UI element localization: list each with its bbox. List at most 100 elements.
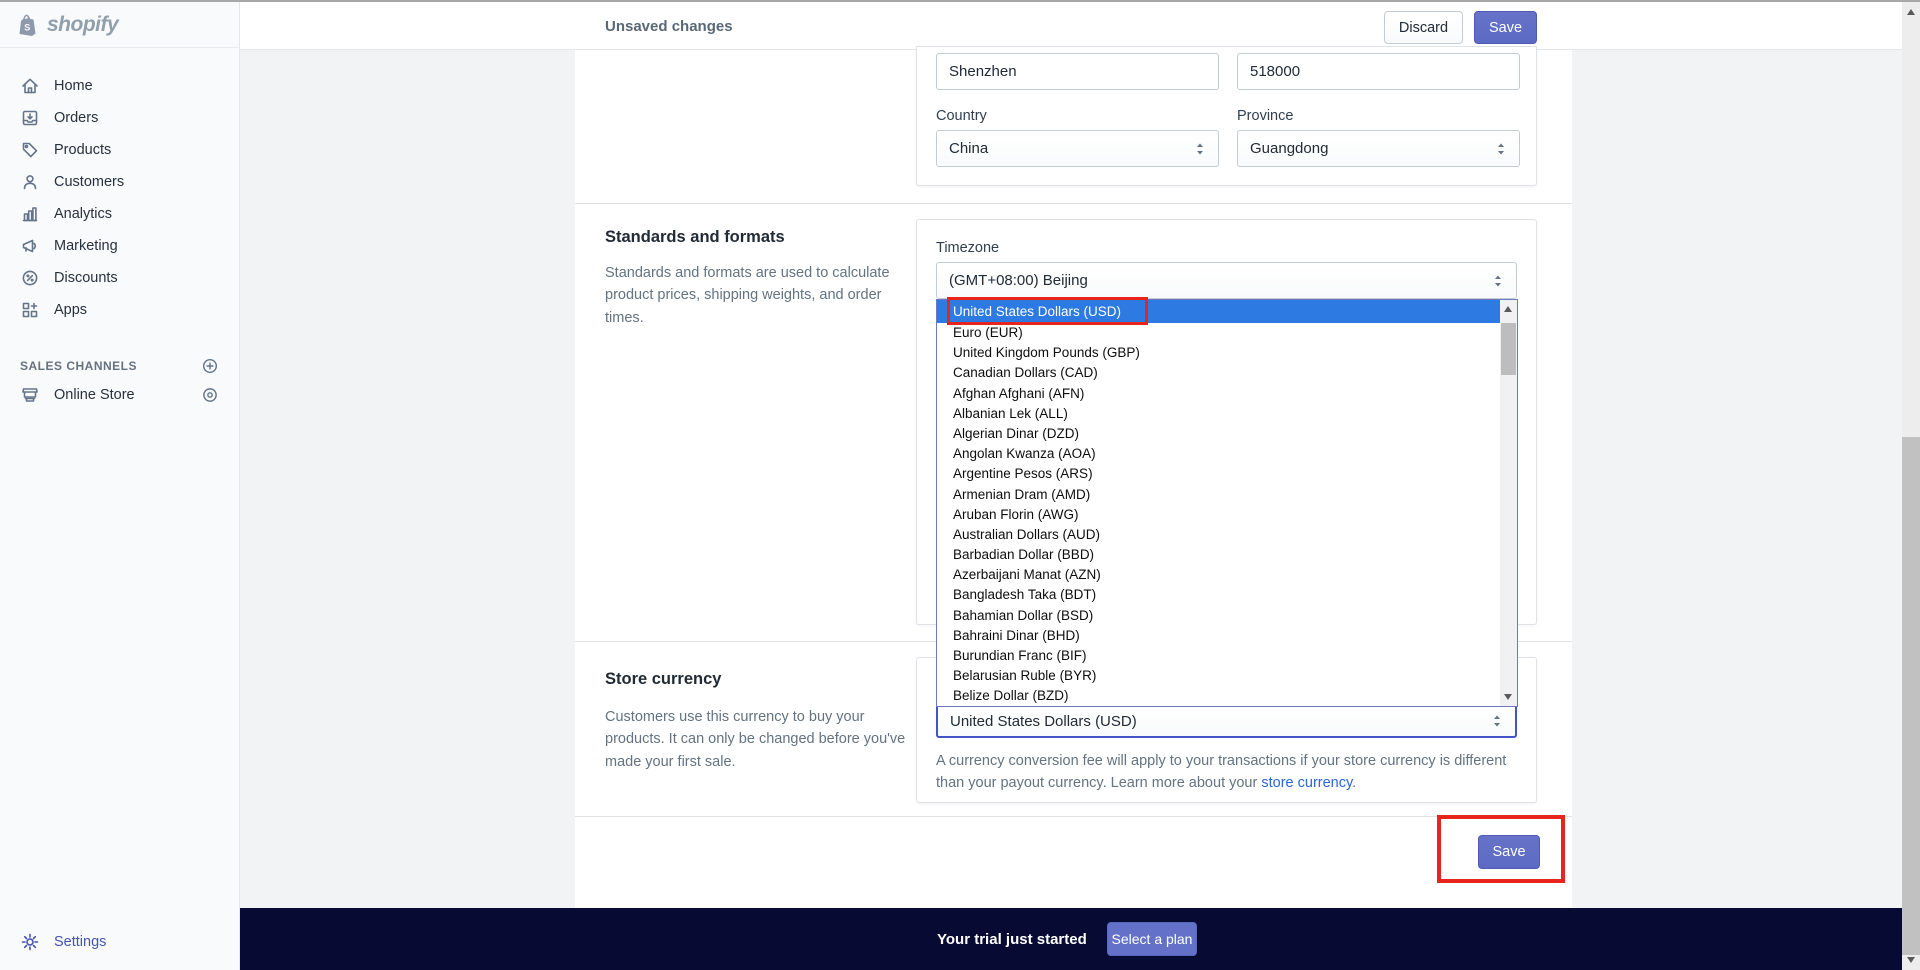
contextual-save-bar: Unsaved changes Discard Save bbox=[240, 2, 1902, 50]
sidebar-item-label: Products bbox=[54, 142, 112, 158]
store-currency-description: Customers use this currency to buy your … bbox=[605, 709, 906, 770]
sales-channels-header: SALES CHANNELS bbox=[0, 354, 239, 378]
currency-option[interactable]: Afghan Afghani (AFN) bbox=[937, 384, 1517, 404]
storefront-icon bbox=[22, 388, 38, 402]
currency-option[interactable]: Belarusian Ruble (BYR) bbox=[937, 666, 1517, 686]
sidebar-item-label: Home bbox=[54, 78, 93, 94]
currency-option[interactable]: United Kingdom Pounds (GBP) bbox=[937, 343, 1517, 363]
discount-badge-icon bbox=[22, 270, 38, 286]
currency-option[interactable]: Angolan Kwanza (AOA) bbox=[937, 444, 1517, 464]
scroll-up-arrow-icon[interactable] bbox=[1504, 306, 1512, 312]
dropdown-scrollbar[interactable] bbox=[1500, 300, 1517, 706]
city-input[interactable] bbox=[936, 53, 1219, 90]
currency-option[interactable]: Bahraini Dinar (BHD) bbox=[937, 626, 1517, 646]
sidebar-item-settings[interactable]: Settings bbox=[0, 926, 240, 958]
eye-icon[interactable] bbox=[201, 386, 219, 404]
sidebar-item-label: Settings bbox=[54, 934, 107, 950]
sidebar-item-marketing[interactable]: Marketing bbox=[0, 230, 239, 262]
page-scrollbar[interactable] bbox=[1902, 2, 1920, 970]
sidebar-item-online-store[interactable]: Online Store bbox=[0, 378, 239, 412]
province-label: Province bbox=[1237, 108, 1294, 124]
save-button-top[interactable]: Save bbox=[1474, 11, 1537, 44]
select-caret-icon bbox=[1494, 715, 1500, 727]
currency-option[interactable]: Bangladesh Taka (BDT) bbox=[937, 585, 1517, 605]
currency-option[interactable]: Burundian Franc (BIF) bbox=[937, 646, 1517, 666]
timezone-label: Timezone bbox=[936, 240, 1000, 256]
province-select[interactable]: Guangdong bbox=[1237, 130, 1520, 167]
trial-footer-bar: Your trial just started Select a plan bbox=[240, 908, 1902, 970]
gear-icon bbox=[21, 933, 39, 951]
currency-conversion-note: A currency conversion fee will apply to … bbox=[936, 750, 1536, 795]
sidebar-item-label: Apps bbox=[54, 302, 88, 318]
sidebar-item-label: Orders bbox=[54, 110, 99, 126]
shopify-logo-text: shopify bbox=[47, 12, 119, 36]
annotation-rect-save-button bbox=[1437, 815, 1565, 883]
store-currency-select[interactable]: United States Dollars (USD) bbox=[936, 704, 1517, 738]
note-period: . bbox=[1352, 775, 1357, 792]
sidebar-item-discounts[interactable]: Discounts bbox=[0, 262, 239, 294]
country-select[interactable]: China bbox=[936, 130, 1219, 167]
select-caret-icon bbox=[1197, 143, 1203, 154]
add-channel-icon[interactable] bbox=[201, 357, 219, 375]
unsaved-changes-message: Unsaved changes bbox=[605, 17, 733, 35]
currency-option[interactable]: Australian Dollars (AUD) bbox=[937, 525, 1517, 545]
country-label: Country bbox=[936, 108, 987, 124]
sidebar-item-label: Marketing bbox=[54, 238, 118, 254]
country-select-value: China bbox=[949, 140, 989, 157]
person-icon bbox=[23, 175, 37, 190]
currency-option[interactable]: Belize Dollar (BZD) bbox=[937, 686, 1517, 706]
sidebar-item-apps[interactable]: Apps bbox=[0, 294, 239, 326]
currency-option[interactable]: Canadian Dollars (CAD) bbox=[937, 363, 1517, 383]
orders-icon bbox=[22, 110, 38, 126]
sidebar-item-label: Discounts bbox=[54, 270, 118, 286]
currency-option[interactable]: Albanian Lek (ALL) bbox=[937, 404, 1517, 424]
timezone-select[interactable]: (GMT+08:00) Beijing bbox=[936, 262, 1517, 299]
currency-option[interactable]: Algerian Dinar (DZD) bbox=[937, 424, 1517, 444]
svg-text:S: S bbox=[24, 22, 30, 32]
scroll-down-arrow-icon[interactable] bbox=[1504, 694, 1512, 700]
currency-option[interactable]: Azerbaijani Manat (AZN) bbox=[937, 565, 1517, 585]
shopify-settings-page: S shopify Home Orders Products Customers bbox=[0, 0, 1920, 970]
currency-option[interactable]: Barbadian Dollar (BBD) bbox=[937, 545, 1517, 565]
megaphone-icon bbox=[22, 239, 36, 253]
annotation-rect-selected-option bbox=[947, 297, 1148, 325]
province-select-value: Guangdong bbox=[1250, 140, 1329, 157]
sidebar-item-orders[interactable]: Orders bbox=[0, 102, 239, 134]
currency-dropdown-popup: United States Dollars (USD) Euro (EUR) Uni… bbox=[936, 299, 1518, 707]
currency-option[interactable]: Aruban Florin (AWG) bbox=[937, 505, 1517, 525]
currency-option[interactable]: Armenian Dram (AMD) bbox=[937, 485, 1517, 505]
sidebar: S shopify Home Orders Products Customers bbox=[0, 2, 240, 970]
store-currency-heading: Store currency bbox=[605, 670, 722, 688]
scroll-down-arrow-icon[interactable] bbox=[1906, 957, 1915, 963]
store-currency-link[interactable]: store currency bbox=[1261, 775, 1352, 791]
postal-code-input[interactable] bbox=[1237, 53, 1520, 90]
discard-button[interactable]: Discard bbox=[1384, 11, 1463, 44]
select-caret-icon bbox=[1495, 275, 1501, 286]
dropdown-scrollbar-thumb[interactable] bbox=[1501, 323, 1516, 375]
page-scrollbar-thumb[interactable] bbox=[1902, 437, 1920, 955]
apps-grid-icon bbox=[22, 302, 38, 318]
note-text: A currency conversion fee will apply to … bbox=[936, 753, 1507, 792]
currency-option[interactable]: Argentine Pesos (ARS) bbox=[937, 464, 1517, 484]
sidebar-item-customers[interactable]: Customers bbox=[0, 166, 239, 198]
currency-option[interactable]: Euro (EUR) bbox=[937, 323, 1517, 343]
tag-icon bbox=[22, 142, 38, 158]
select-plan-button[interactable]: Select a plan bbox=[1107, 922, 1197, 956]
sidebar-item-products[interactable]: Products bbox=[0, 134, 239, 166]
sidebar-item-analytics[interactable]: Analytics bbox=[0, 198, 239, 230]
standards-heading: Standards and formats bbox=[605, 228, 785, 246]
shopify-logo[interactable]: S shopify bbox=[0, 2, 239, 48]
currency-option[interactable]: Bahamian Dollar (BSD) bbox=[937, 606, 1517, 626]
sales-channels-label: SALES CHANNELS bbox=[20, 359, 138, 373]
section-divider bbox=[575, 203, 1572, 204]
standards-description: Standards and formats are used to calcul… bbox=[605, 265, 890, 326]
home-icon bbox=[22, 78, 38, 94]
select-caret-icon bbox=[1498, 143, 1504, 154]
bar-chart-icon bbox=[22, 207, 38, 222]
settings-content: Country Province China Guangdong Standar… bbox=[240, 46, 1902, 908]
currency-dropdown-list: United States Dollars (USD) Euro (EUR) Uni… bbox=[937, 300, 1517, 706]
scroll-up-arrow-icon[interactable] bbox=[1906, 9, 1915, 15]
sidebar-item-home[interactable]: Home bbox=[0, 70, 239, 102]
trial-message: Your trial just started bbox=[937, 930, 1087, 948]
shopify-bag-icon: S bbox=[19, 14, 36, 36]
